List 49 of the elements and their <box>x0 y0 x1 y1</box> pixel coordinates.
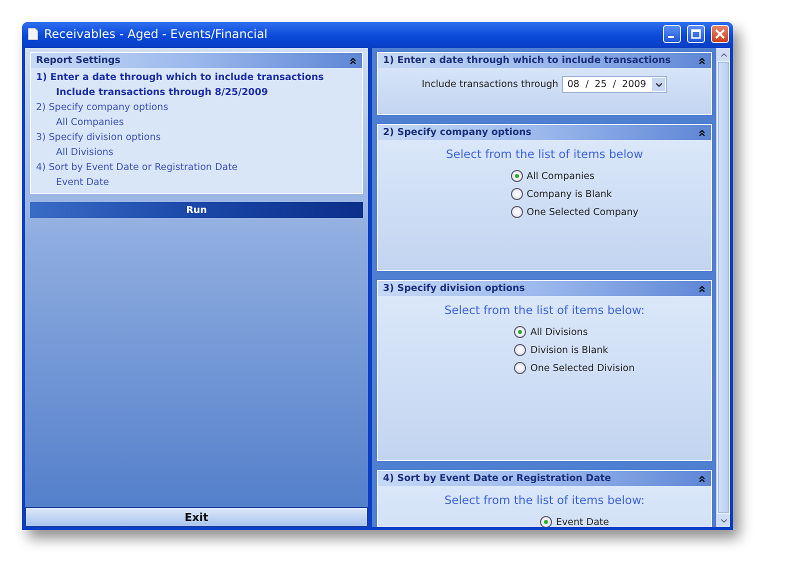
step-heading[interactable]: 2) Specify company options <box>31 100 362 115</box>
step-heading[interactable]: 1) Enter a date through which to include transactions <box>31 70 362 85</box>
radio-button[interactable] <box>540 516 552 527</box>
run-button[interactable]: Run <box>30 202 363 218</box>
option-label[interactable]: All Companies <box>526 170 594 182</box>
close-button[interactable] <box>711 25 729 43</box>
maximize-icon <box>691 29 701 39</box>
exit-button[interactable]: Exit <box>25 507 368 527</box>
step-heading[interactable]: 3) Specify division options <box>31 130 362 145</box>
section-title: 2) Specify company options <box>383 127 532 138</box>
step-value: All Divisions <box>55 146 114 160</box>
option-label[interactable]: One Selected Company <box>526 206 638 218</box>
collapse-icon[interactable] <box>697 128 707 138</box>
minimize-button[interactable] <box>663 25 681 43</box>
field-label: Include transactions through <box>422 79 558 90</box>
radio-button[interactable] <box>510 206 523 218</box>
option-label[interactable]: Event Date <box>556 516 609 527</box>
date-field[interactable]: 08 / 25 / 2009 <box>562 76 668 93</box>
dropdown-button[interactable] <box>652 78 666 91</box>
collapse-icon[interactable] <box>348 56 358 66</box>
scrollbar[interactable] <box>716 48 730 527</box>
maximize-button[interactable] <box>687 25 705 43</box>
step-value: Include transactions through 8/25/2009 <box>55 86 270 100</box>
section-title: 4) Sort by Event Date or Registration Date <box>383 473 612 484</box>
radio-button[interactable] <box>510 170 523 182</box>
close-icon <box>715 29 725 39</box>
option-label[interactable]: All Divisions <box>530 326 588 338</box>
radio-button[interactable] <box>514 362 526 374</box>
minimize-icon <box>668 36 674 38</box>
document-icon <box>28 28 38 40</box>
window-title: Receivables - Aged - Events/Financial <box>44 27 268 41</box>
radio-button[interactable] <box>514 344 526 356</box>
option-label[interactable]: Division is Blank <box>530 344 608 356</box>
collapse-icon[interactable] <box>697 474 707 484</box>
collapse-icon[interactable] <box>697 56 707 66</box>
section-title: 1) Enter a date through which to include transactions <box>383 55 671 66</box>
section-prompt: Select from the list of items below <box>446 147 643 161</box>
step-heading[interactable]: 4) Sort by Event Date or Registration Date <box>31 160 362 175</box>
section-prompt: Select from the list of items below: <box>444 303 645 317</box>
step-value: Event Date <box>55 176 110 190</box>
radio-button[interactable] <box>514 326 526 338</box>
collapse-icon[interactable] <box>697 284 707 294</box>
section-title: 3) Specify division options <box>383 283 525 294</box>
option-label[interactable]: One Selected Division <box>530 362 635 374</box>
panel-title: Report Settings <box>36 55 120 66</box>
radio-button[interactable] <box>510 188 523 200</box>
section-prompt: Select from the list of items below: <box>444 493 645 507</box>
option-label[interactable]: Company is Blank <box>526 188 612 200</box>
step-value: All Companies <box>55 116 125 130</box>
